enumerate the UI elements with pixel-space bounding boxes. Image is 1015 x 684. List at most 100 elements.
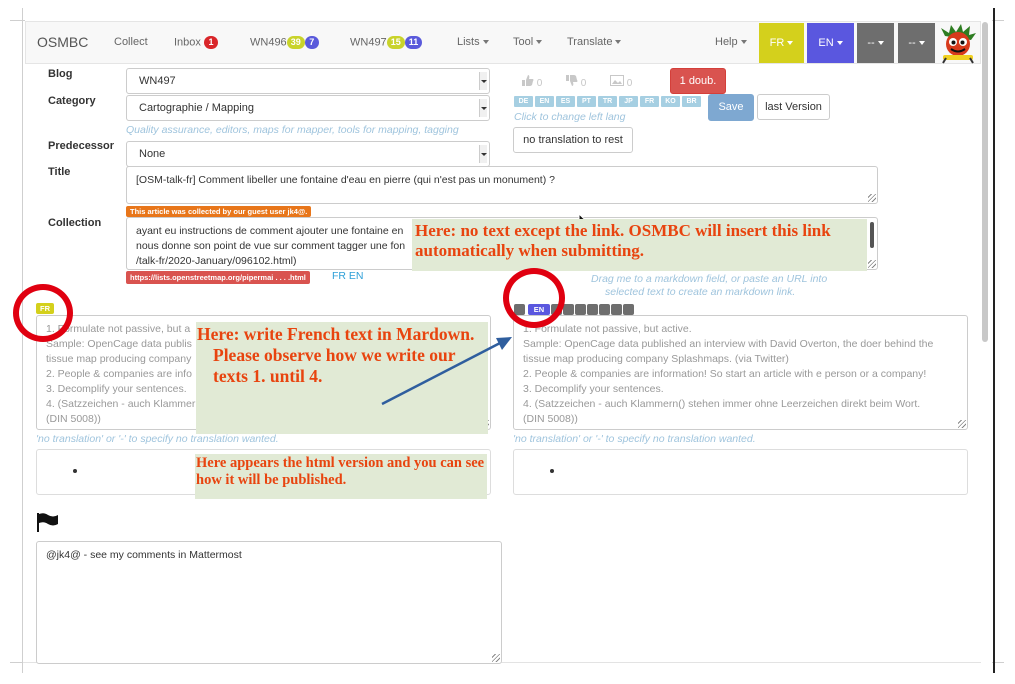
inactive-lang-tag[interactable] xyxy=(599,304,610,315)
inactive-lang-tag[interactable] xyxy=(587,304,598,315)
image-icon xyxy=(610,75,624,86)
nav-translate-label: Translate xyxy=(567,36,613,48)
vote-image[interactable]: 0 xyxy=(610,75,632,89)
lang-en-label: EN xyxy=(818,37,834,49)
placeholder-line: 3. Decomplify your sentences. xyxy=(523,383,664,395)
doubt-button[interactable]: 1 doub. xyxy=(670,68,726,94)
nav-collect[interactable]: Collect xyxy=(114,36,148,48)
blog-select-value: WN497 xyxy=(139,75,176,87)
collection-scrollbar[interactable] xyxy=(870,222,874,248)
resize-grip-icon[interactable] xyxy=(958,420,966,428)
chevron-down-icon xyxy=(877,41,884,46)
html-preview-en xyxy=(513,449,968,495)
title-input-value: [OSM-talk-fr] Comment libeller une fonta… xyxy=(136,174,555,186)
chevron-down-icon xyxy=(836,41,843,46)
no-translation-button[interactable]: no translation to rest xyxy=(513,127,633,153)
list-bullet xyxy=(550,469,554,473)
last-version-button[interactable]: last Version xyxy=(757,94,830,120)
brand-logo-text[interactable]: OSMBC xyxy=(37,34,88,50)
nav-wn496[interactable]: WN496 39 7 xyxy=(250,36,319,49)
predecessor-select[interactable]: None xyxy=(126,141,490,167)
no-translation-hint-left: 'no translation' or '-' to specify no tr… xyxy=(36,433,279,445)
lang-toggle-de[interactable]: DE xyxy=(514,96,533,107)
category-label: Category xyxy=(48,95,96,107)
link-badge[interactable]: https://lists.openstreetmap.org/pipermai… xyxy=(126,271,310,284)
inactive-lang-tag[interactable] xyxy=(611,304,622,315)
chevron-down-icon xyxy=(536,40,543,45)
save-button[interactable]: Save xyxy=(708,94,754,121)
inactive-lang-tag[interactable] xyxy=(575,304,586,315)
lang-toggle-en[interactable]: EN xyxy=(535,96,554,107)
chevron-down-icon xyxy=(615,40,622,45)
placeholder-line: (DIN 5008)) xyxy=(523,413,578,425)
category-hint: Quality assurance, editors, maps for map… xyxy=(126,124,459,136)
resize-grip-icon[interactable] xyxy=(492,654,500,662)
vote-like-count: 0 xyxy=(536,78,543,89)
lang-toggle-br[interactable]: BR xyxy=(682,96,701,107)
avatar[interactable] xyxy=(937,22,979,64)
resize-grip-icon[interactable] xyxy=(868,260,876,268)
vote-like[interactable]: 0 xyxy=(522,75,542,89)
chevron-down-icon xyxy=(740,40,747,45)
annotation-html-note: Here appears the html version and you ca… xyxy=(195,454,487,499)
predecessor-label: Predecessor xyxy=(48,140,115,152)
placeholder-line: Sample: OpenCage data published an inter… xyxy=(523,338,934,350)
blog-select[interactable]: WN497 xyxy=(126,68,490,94)
lang-toggle-fr[interactable]: FR xyxy=(640,96,659,107)
thumbs-up-icon xyxy=(522,75,534,86)
inactive-lang-tag[interactable] xyxy=(623,304,634,315)
resize-grip-icon[interactable] xyxy=(868,194,876,202)
lang-toggle-ko[interactable]: KO xyxy=(661,96,680,107)
lang-toggle-jp[interactable]: JP xyxy=(619,96,638,107)
annotation-arrow-icon xyxy=(381,337,512,406)
nav-inbox[interactable]: Inbox 1 xyxy=(174,36,218,49)
lang-fourth-button[interactable]: -- xyxy=(898,23,935,63)
category-select[interactable]: Cartographie / Mapping xyxy=(126,95,490,121)
lang-right-en-button[interactable]: EN xyxy=(807,23,854,63)
annotation-collection-note: Here: no text except the link. OSMBC wil… xyxy=(412,219,867,271)
nav-inbox-label: Inbox xyxy=(174,36,201,49)
category-select-value: Cartographie / Mapping xyxy=(139,102,254,114)
blog-label: Blog xyxy=(48,68,73,80)
lang-left-fr-button[interactable]: FR xyxy=(759,23,804,63)
inactive-lang-tag[interactable] xyxy=(563,304,574,315)
chevron-down-icon xyxy=(479,145,487,163)
chevron-down-icon xyxy=(482,40,489,45)
markdown-input-en[interactable]: 1. Formulate not passive, but active. Sam… xyxy=(513,315,968,430)
nav-help-label: Help xyxy=(715,36,738,48)
drag-hint-line1: Drag me to a markdown field, or paste an… xyxy=(591,273,828,285)
nav-lists[interactable]: Lists xyxy=(457,36,489,48)
flag-icon[interactable] xyxy=(36,512,60,532)
nav-wn497[interactable]: WN497 15 11 xyxy=(350,36,423,49)
lang-fr-label: FR xyxy=(769,37,785,49)
lang-fourth-label: -- xyxy=(908,37,916,49)
no-translation-hint-right: 'no translation' or '-' to specify no tr… xyxy=(513,433,756,445)
nav-tool[interactable]: Tool xyxy=(513,36,543,48)
lang-third-label: -- xyxy=(867,37,875,49)
title-input[interactable]: [OSM-talk-fr] Comment libeller une fonta… xyxy=(126,166,878,204)
lang-toggle-es[interactable]: ES xyxy=(556,96,575,107)
placeholder-line: 2. People & companies are information! S… xyxy=(523,368,927,380)
title-label: Title xyxy=(48,166,71,178)
placeholder-line: 4. (Satzzeichen - auch Klammern() stehen… xyxy=(523,398,921,410)
nav-help[interactable]: Help xyxy=(715,36,747,48)
vote-image-count: 0 xyxy=(626,78,633,89)
wn497-count-a: 15 xyxy=(386,36,405,49)
lang-third-button[interactable]: -- xyxy=(857,23,894,63)
scrollbar-thumb[interactable] xyxy=(982,22,988,342)
thumbs-down-icon xyxy=(566,75,578,86)
link-languages[interactable]: FR EN xyxy=(332,270,364,282)
vote-dislike[interactable]: 0 xyxy=(566,75,586,89)
lang-toggle-pt[interactable]: PT xyxy=(577,96,596,107)
comment-input[interactable]: @jk4@ - see my comments in Mattermost xyxy=(36,541,502,664)
nav-translate[interactable]: Translate xyxy=(567,36,622,48)
nav-wn497-label: WN497 xyxy=(350,36,387,49)
nav-tool-label: Tool xyxy=(513,36,534,48)
chevron-down-icon xyxy=(479,72,487,90)
navbar: OSMBC Collect Inbox 1 WN496 39 7 WN497 15 11… xyxy=(25,21,981,64)
chevron-down-icon xyxy=(918,41,925,46)
lang-toggle-tr[interactable]: TR xyxy=(598,96,617,107)
wn497-count-b: 11 xyxy=(404,36,423,49)
chevron-down-icon xyxy=(479,99,487,117)
change-lang-hint: Click to change left lang xyxy=(514,111,626,123)
